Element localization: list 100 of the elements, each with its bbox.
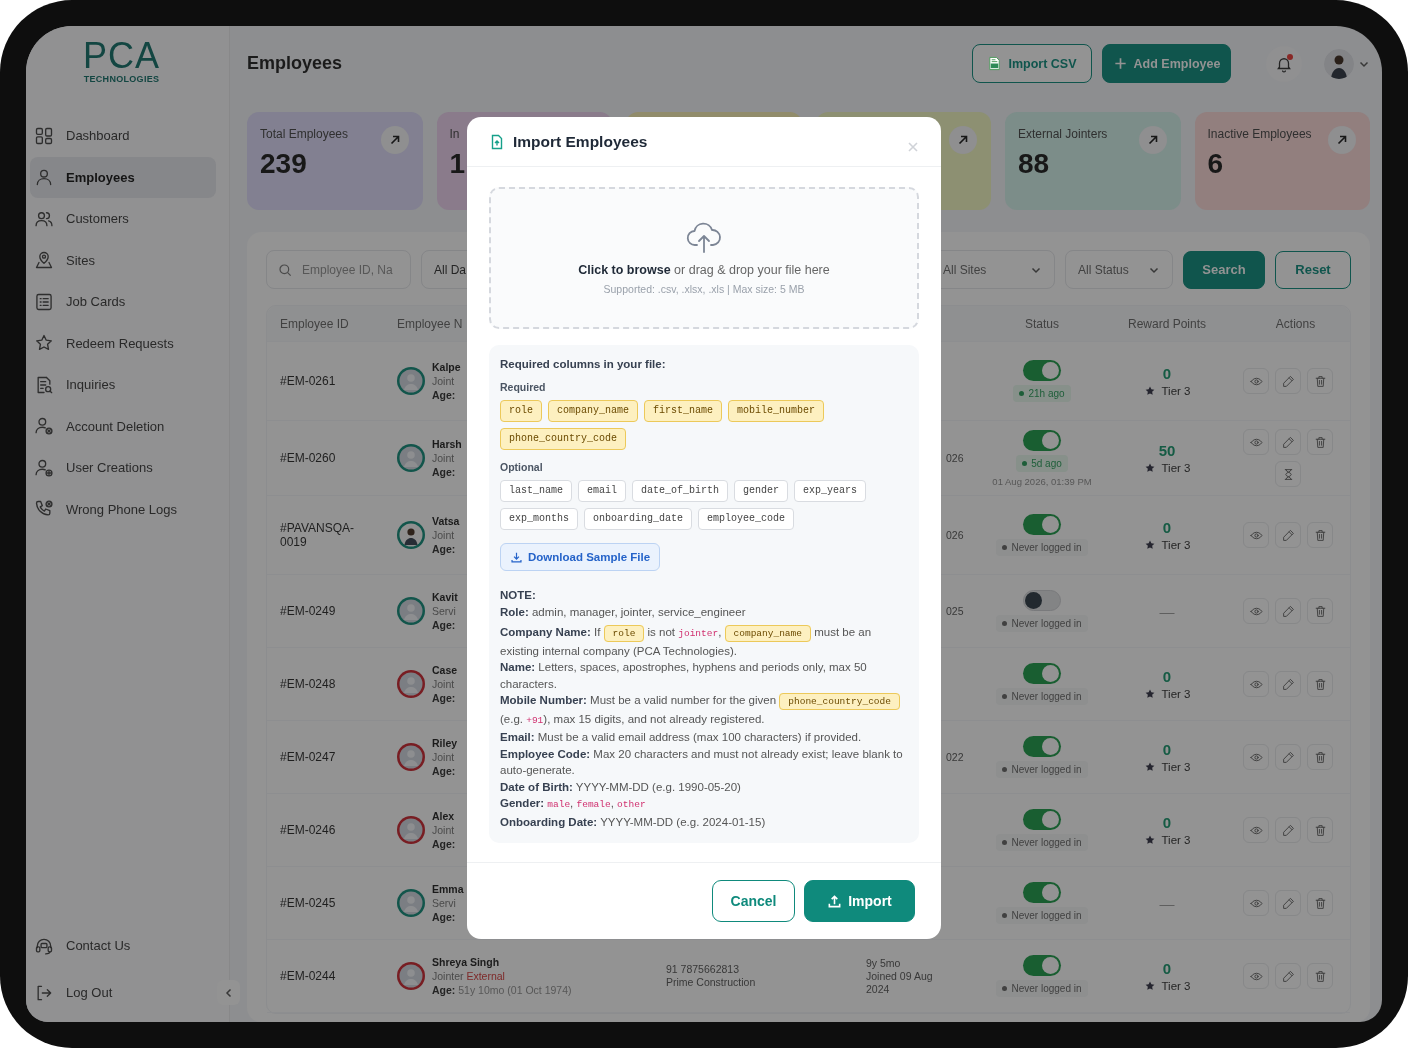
edit-button[interactable] bbox=[1275, 671, 1301, 697]
view-button[interactable] bbox=[1243, 429, 1269, 455]
status-toggle[interactable] bbox=[1023, 882, 1061, 903]
pencil-icon bbox=[1281, 528, 1295, 542]
experience-text: 2024 bbox=[866, 982, 891, 996]
close-icon bbox=[907, 140, 919, 153]
edit-button[interactable] bbox=[1275, 744, 1301, 770]
sidebar-item[interactable]: Wrong Phone Logs bbox=[30, 488, 216, 530]
sidebar-item[interactable]: Employees bbox=[30, 156, 216, 198]
view-button[interactable] bbox=[1243, 522, 1269, 548]
sidebar-item[interactable]: Contact Us bbox=[30, 922, 216, 969]
view-button[interactable] bbox=[1243, 963, 1269, 989]
employee-id: #PAVANSQA-0019 bbox=[279, 521, 356, 549]
note-line: Email: Must be a valid email address (max 100 characters) if provided. bbox=[500, 730, 863, 745]
status-toggle[interactable] bbox=[1023, 663, 1061, 684]
last-login-badge: 21h ago bbox=[1013, 385, 1071, 402]
note-line: Onboarding Date: YYYY-MM-DD (e.g. 2024-01-15) bbox=[500, 814, 767, 830]
status-toggle[interactable] bbox=[1023, 429, 1061, 451]
cancel-button[interactable]: Cancel bbox=[712, 880, 795, 922]
pencil-icon bbox=[1281, 823, 1295, 837]
edit-button[interactable] bbox=[1275, 522, 1301, 548]
sidebar-item[interactable]: Redeem Requests bbox=[30, 322, 216, 364]
search-button[interactable]: Search bbox=[1183, 250, 1265, 289]
status-toggle[interactable] bbox=[1023, 590, 1061, 611]
employee-name: Riley bbox=[432, 736, 458, 750]
last-login-badge: Never logged in bbox=[996, 688, 1088, 705]
stat-value: 88 bbox=[1018, 148, 1051, 180]
employee-role: Joint bbox=[432, 677, 456, 691]
spreadsheet-icon bbox=[987, 56, 1003, 71]
employee-name: Shreya Singh bbox=[432, 955, 501, 969]
status-toggle[interactable] bbox=[1023, 955, 1061, 976]
close-button[interactable] bbox=[907, 140, 919, 153]
delete-button[interactable] bbox=[1307, 368, 1333, 394]
delete-button[interactable] bbox=[1307, 744, 1333, 770]
sidebar-item[interactable]: Dashboard bbox=[30, 115, 216, 157]
sidebar-item[interactable]: Sites bbox=[30, 239, 216, 281]
sidebar-item[interactable]: Account Deletion bbox=[30, 405, 216, 447]
hourglass-button[interactable] bbox=[1275, 461, 1301, 487]
trash-icon bbox=[1313, 528, 1327, 542]
add-employee-button[interactable]: Add Employee bbox=[1102, 44, 1231, 83]
delete-button[interactable] bbox=[1307, 522, 1333, 548]
view-button[interactable] bbox=[1243, 598, 1269, 624]
reset-button[interactable]: Reset bbox=[1275, 250, 1351, 289]
edit-button[interactable] bbox=[1275, 817, 1301, 843]
status-toggle[interactable] bbox=[1023, 736, 1061, 757]
user-avatar[interactable] bbox=[1324, 48, 1354, 79]
view-button[interactable] bbox=[1243, 368, 1269, 394]
reward-points: — bbox=[1159, 894, 1175, 912]
note-line: Date of Birth: YYYY-MM-DD (e.g. 1990-05-20) bbox=[500, 779, 742, 795]
arrow-up-right-icon[interactable] bbox=[1328, 126, 1356, 154]
dialog-title: Import Employees bbox=[513, 132, 648, 151]
employee-name: Harsh bbox=[432, 437, 462, 451]
edit-button[interactable] bbox=[1275, 890, 1301, 916]
employee-id: #EM-0261 bbox=[279, 374, 337, 388]
reward-points: 0 bbox=[1162, 668, 1172, 685]
sidebar-item[interactable]: Inquiries bbox=[30, 364, 216, 406]
import-csv-button[interactable]: Import CSV bbox=[972, 44, 1092, 83]
tier-label: Tier 3 bbox=[1143, 834, 1191, 846]
import-button[interactable]: Import bbox=[804, 880, 915, 922]
reward-points: 0 bbox=[1162, 960, 1172, 977]
edit-button[interactable] bbox=[1275, 368, 1301, 394]
delete-button[interactable] bbox=[1307, 598, 1333, 624]
arrow-up-right-icon[interactable] bbox=[380, 126, 409, 154]
group-label: Required bbox=[500, 381, 547, 393]
edit-button[interactable] bbox=[1275, 598, 1301, 624]
last-login-badge: Never logged in bbox=[996, 834, 1088, 851]
status-toggle[interactable] bbox=[1023, 809, 1061, 830]
last-login-badge: Never logged in bbox=[996, 980, 1088, 997]
delete-button[interactable] bbox=[1307, 963, 1333, 989]
view-button[interactable] bbox=[1243, 671, 1269, 697]
person-remove-icon bbox=[34, 416, 54, 437]
delete-button[interactable] bbox=[1307, 429, 1333, 455]
upload-icon bbox=[827, 893, 843, 909]
employee-age: Age: bbox=[432, 542, 457, 556]
last-login-badge: Never logged in bbox=[996, 761, 1088, 778]
delete-button[interactable] bbox=[1307, 890, 1333, 916]
view-button[interactable] bbox=[1243, 744, 1269, 770]
arrow-up-right-icon[interactable] bbox=[949, 126, 977, 154]
edit-button[interactable] bbox=[1275, 429, 1301, 455]
download-sample-button[interactable]: Download Sample File bbox=[500, 543, 661, 571]
delete-button[interactable] bbox=[1307, 671, 1333, 697]
status-toggle[interactable] bbox=[1023, 360, 1061, 381]
search-field[interactable]: Employee ID, Na bbox=[266, 250, 411, 289]
column-chip: phone_country_code bbox=[779, 693, 900, 710]
experience-text: 026 bbox=[946, 528, 965, 542]
sidebar-item[interactable]: Customers bbox=[30, 198, 216, 240]
file-drop-zone[interactable]: Click to browse or drag & drop your file here Supported: .csv, .xlsx, .xls | Max size: 5 MB bbox=[489, 187, 919, 329]
employee-age: Age: bbox=[432, 764, 457, 778]
sidebar-item[interactable]: User Creations bbox=[30, 447, 216, 489]
column-header: Reward Points bbox=[1127, 316, 1206, 331]
filter-select[interactable]: All Status bbox=[1065, 250, 1173, 289]
edit-button[interactable] bbox=[1275, 963, 1301, 989]
arrow-up-right-icon[interactable] bbox=[1138, 126, 1167, 154]
sidebar-item[interactable]: Log Out bbox=[30, 969, 216, 1016]
location-pin-icon bbox=[34, 250, 54, 271]
view-button[interactable] bbox=[1243, 890, 1269, 916]
view-button[interactable] bbox=[1243, 817, 1269, 843]
status-toggle[interactable] bbox=[1023, 514, 1061, 535]
sidebar-item[interactable]: Job Cards bbox=[30, 281, 216, 323]
delete-button[interactable] bbox=[1307, 817, 1333, 843]
